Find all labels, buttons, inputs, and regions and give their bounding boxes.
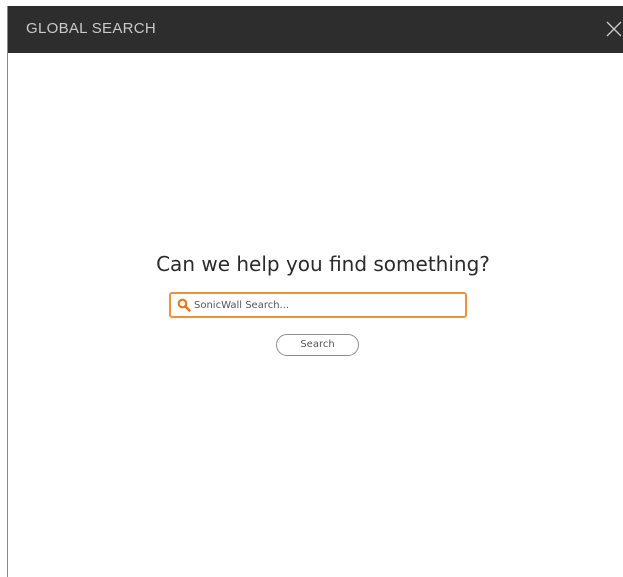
search-headline: Can we help you find something? xyxy=(156,252,490,276)
search-icon xyxy=(177,298,191,312)
dialog-titlebar: GLOBAL SEARCH xyxy=(8,6,623,53)
global-search-dialog: GLOBAL SEARCH Can we help you find somet… xyxy=(7,6,623,577)
close-icon[interactable] xyxy=(605,20,623,38)
search-input[interactable] xyxy=(194,296,454,314)
search-button[interactable]: Search xyxy=(276,334,359,356)
dialog-title: GLOBAL SEARCH xyxy=(26,20,157,37)
search-field[interactable] xyxy=(169,292,467,318)
